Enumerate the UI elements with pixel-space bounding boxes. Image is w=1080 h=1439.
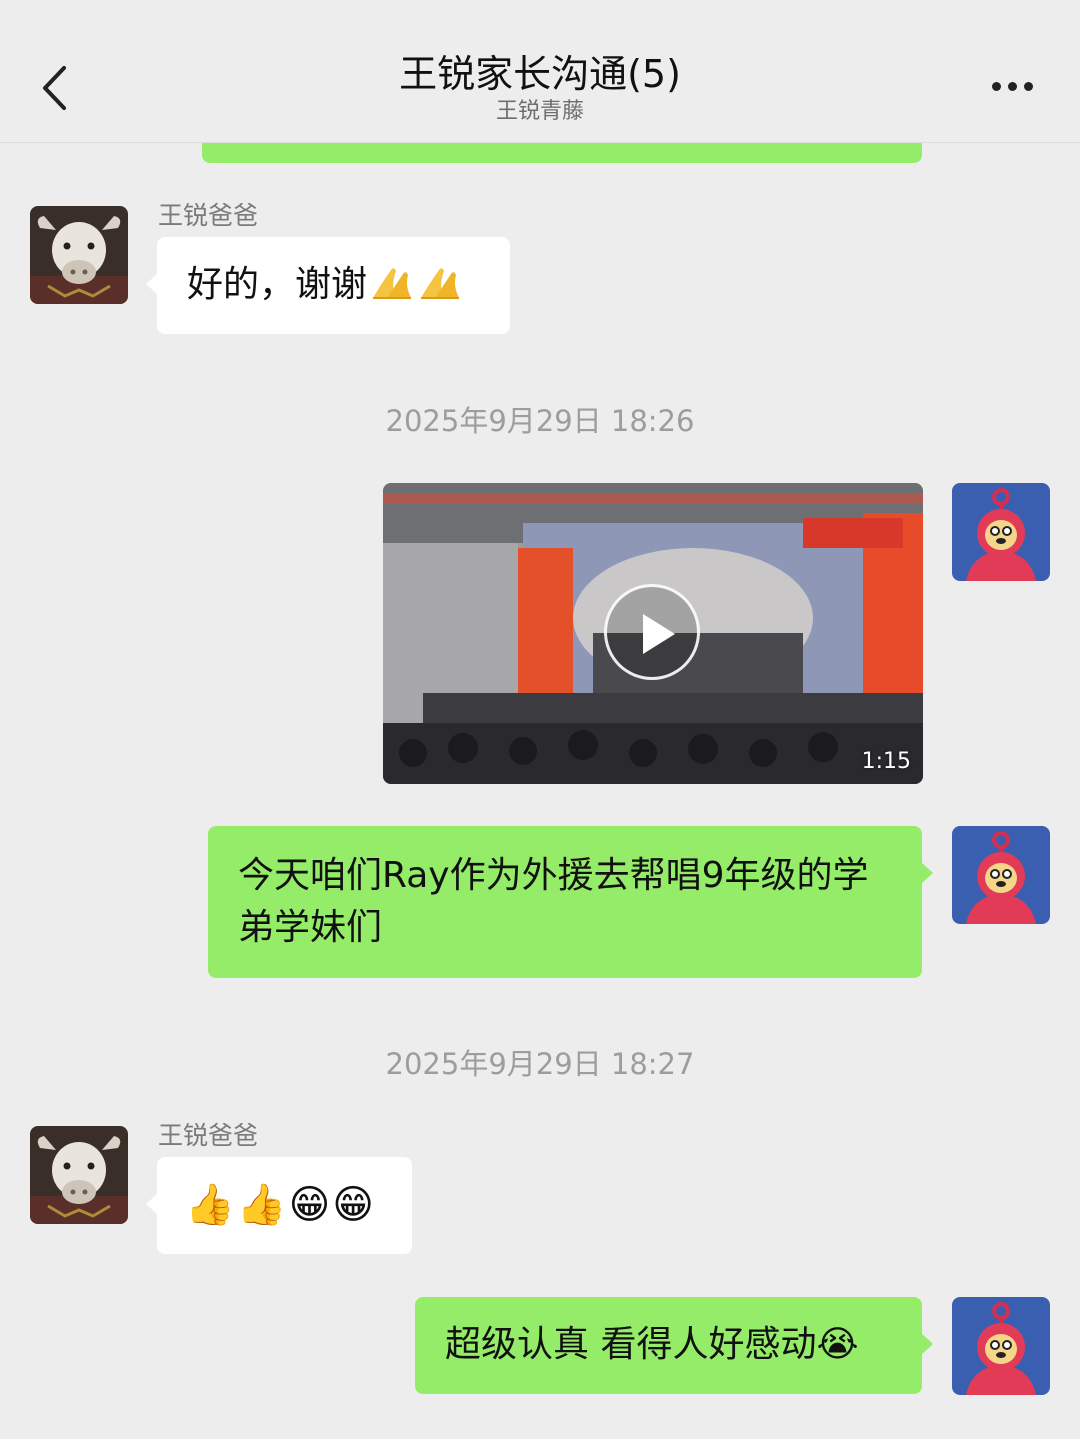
sender-name: 王锐爸爸 bbox=[158, 1121, 259, 1150]
avatar-self[interactable] bbox=[952, 826, 1050, 924]
message-bubble[interactable]: 今天咱们Ray作为外援去帮唱9年级的学弟学妹们 bbox=[208, 826, 933, 978]
chat-subtitle: 王锐青藤 bbox=[495, 99, 584, 124]
avatar-self[interactable] bbox=[952, 483, 1050, 581]
message-bubble[interactable]: 超级认真 看得人好感动😭 bbox=[415, 1297, 933, 1394]
message-text: 今天咱们Ray作为外援去帮唱9年级的学弟学妹们 bbox=[238, 855, 869, 948]
avatar-self[interactable] bbox=[952, 1297, 1050, 1395]
sender-name: 王锐爸爸 bbox=[158, 201, 259, 230]
folded-hands-icon bbox=[421, 268, 460, 299]
video-message[interactable]: 1:15 bbox=[383, 483, 923, 784]
avatar-other[interactable] bbox=[30, 1126, 128, 1224]
message-bubble[interactable]: 👍👍😁😁 bbox=[146, 1157, 412, 1254]
message-bubble[interactable]: 好的，谢谢 bbox=[146, 237, 510, 334]
chat-title: 王锐家长沟通(5) bbox=[399, 52, 681, 96]
teletubby-avatar-icon bbox=[952, 826, 1050, 924]
cow-avatar-icon bbox=[30, 206, 128, 304]
chevron-left-icon bbox=[43, 66, 66, 110]
chat-title-block[interactable]: 王锐家长沟通(5) 王锐青藤 bbox=[200, 50, 880, 126]
more-dots-icon bbox=[991, 81, 1001, 91]
timestamp: 2025年9月29日 18:26 bbox=[385, 404, 695, 438]
teletubby-avatar-icon bbox=[952, 483, 1050, 581]
back-button[interactable] bbox=[30, 58, 78, 118]
avatar-other[interactable] bbox=[30, 206, 128, 304]
message-text: 超级认真 看得人好感动😭 bbox=[445, 1324, 859, 1365]
message-text: 好的，谢谢 bbox=[187, 264, 368, 305]
teletubby-avatar-icon bbox=[952, 1297, 1050, 1395]
chat-header: 王锐家长沟通(5) 王锐青藤 bbox=[0, 0, 1080, 143]
more-button[interactable] bbox=[984, 66, 1040, 106]
folded-hands-icon bbox=[373, 268, 412, 299]
video-duration: 1:15 bbox=[861, 749, 911, 774]
cow-avatar-icon bbox=[30, 1126, 128, 1224]
message-text: 👍👍😁😁 bbox=[185, 1182, 377, 1228]
timestamp: 2025年9月29日 18:27 bbox=[385, 1047, 695, 1081]
play-button[interactable] bbox=[604, 584, 700, 680]
